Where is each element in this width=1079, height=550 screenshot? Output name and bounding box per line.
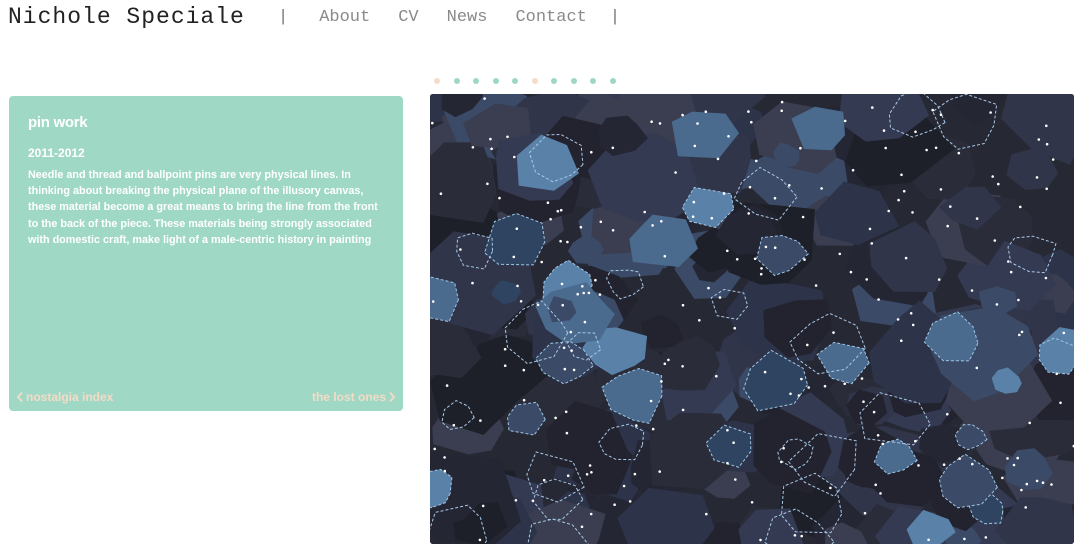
slide-dot[interactable] [453, 78, 460, 84]
main-nav: | About CV News Contact | [278, 8, 620, 27]
prev-work-link[interactable]: nostalgia index [15, 390, 113, 404]
slide-dot[interactable] [492, 78, 499, 84]
next-work-label: the lost ones [311, 390, 386, 404]
nav-separator: | [609, 8, 621, 27]
pin-work-painting [430, 94, 1074, 544]
slide-dot[interactable] [531, 78, 538, 84]
nav-separator: | [278, 8, 289, 27]
nav-link-cv[interactable]: CV [398, 8, 418, 27]
slide-dot[interactable] [512, 78, 518, 84]
site-title[interactable]: Nichole Speciale [8, 4, 245, 30]
prev-work-label: nostalgia index [26, 390, 114, 404]
slide-dot[interactable] [473, 78, 479, 84]
work-year: 2011-2012 [28, 146, 85, 160]
chevron-left-icon [15, 391, 26, 403]
artwork-image[interactable] [430, 94, 1074, 544]
nav-link-about[interactable]: About [319, 8, 370, 27]
chevron-right-icon [386, 391, 397, 403]
slide-dot[interactable] [434, 78, 440, 84]
slide-dot[interactable] [609, 78, 616, 84]
work-description: Needle and thread and ballpoint pins are… [28, 169, 378, 246]
nav-link-news[interactable]: News [447, 8, 488, 27]
slide-dot[interactable] [551, 78, 557, 84]
nav-link-contact[interactable]: Contact [515, 8, 586, 27]
work-title: pin work [28, 114, 88, 131]
work-info-panel: pin work 2011-2012 Needle and thread and… [9, 96, 403, 411]
slideshow-pager [434, 78, 616, 84]
slide-dot[interactable] [590, 78, 596, 84]
slide-dot[interactable] [570, 78, 577, 84]
next-work-link[interactable]: the lost ones [312, 390, 397, 404]
